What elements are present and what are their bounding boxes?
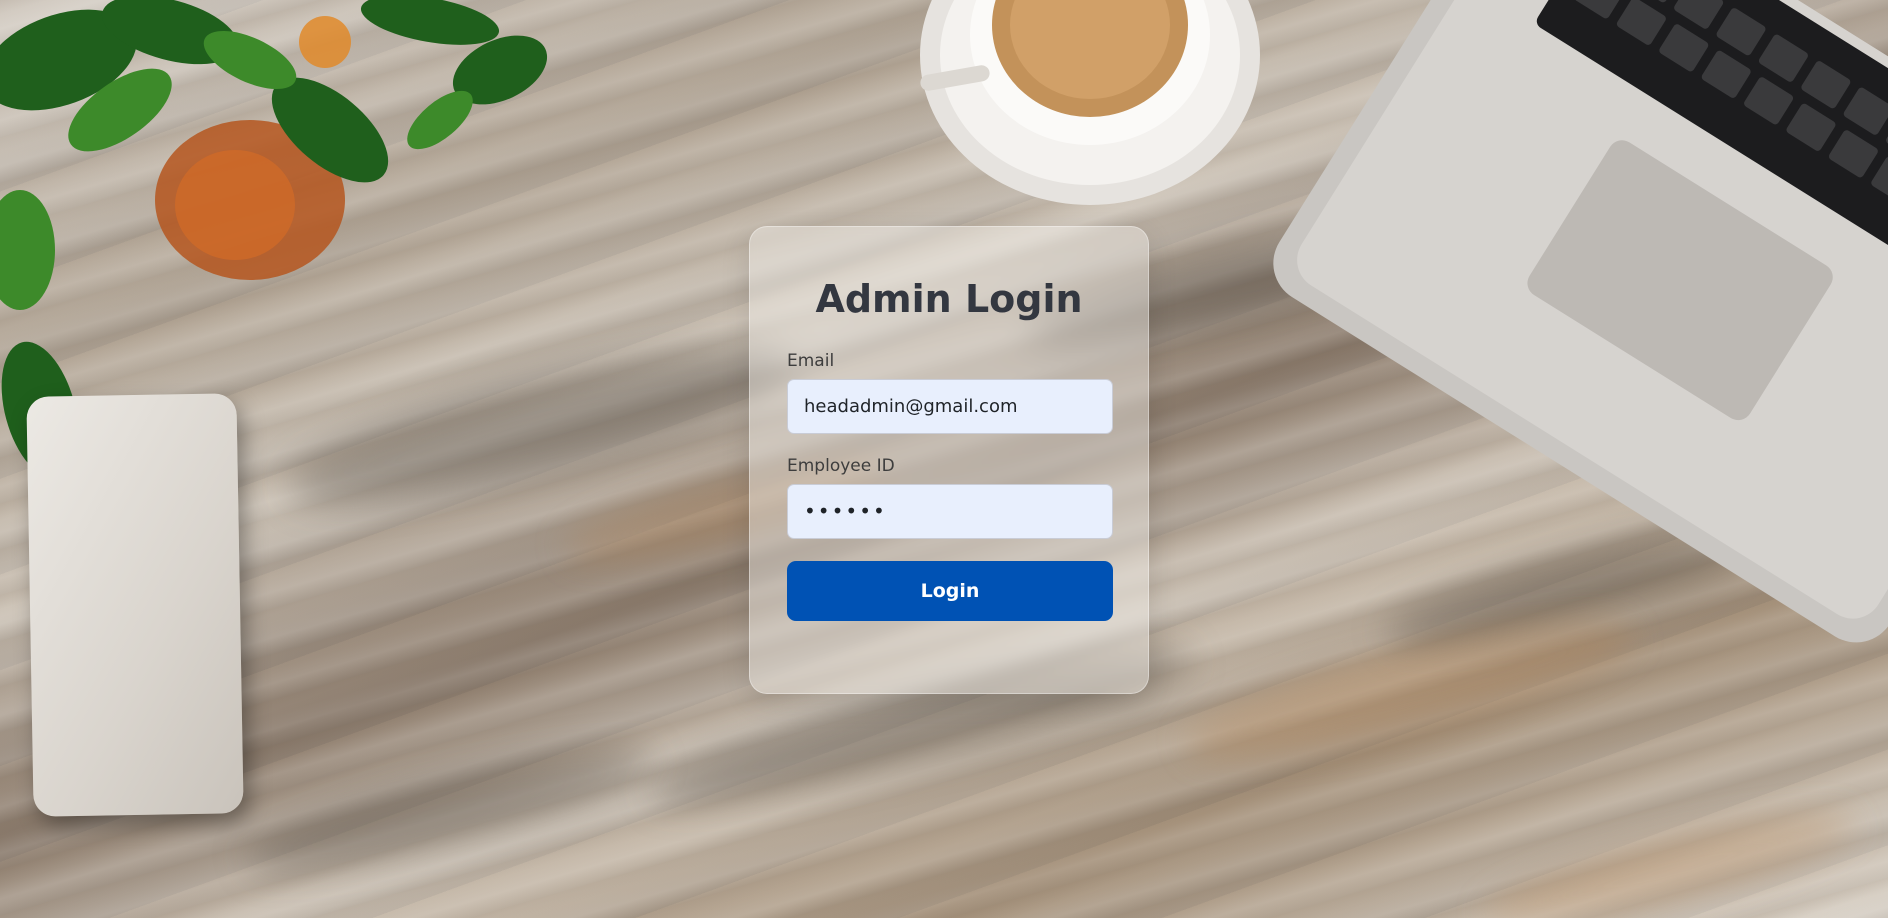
login-title: Admin Login <box>815 277 1083 321</box>
page-background: Admin Login Email headadmin@gmail.com Em… <box>0 0 1888 918</box>
email-label: Email <box>787 350 835 371</box>
laptop-image <box>1273 0 1888 643</box>
email-input[interactable]: headadmin@gmail.com <box>787 378 1113 434</box>
coffee-cup-image <box>920 0 1260 205</box>
wood-grain-warm <box>1478 794 1862 918</box>
employee-id-input[interactable]: •••••• <box>787 483 1113 539</box>
login-button[interactable]: Login <box>787 560 1113 621</box>
smartphone-image <box>26 393 244 817</box>
admin-login-card: Admin Login Email headadmin@gmail.com Em… <box>749 226 1149 694</box>
email-input-value: headadmin@gmail.com <box>804 395 1018 417</box>
employee-id-label: Employee ID <box>787 455 895 476</box>
wood-grain-dark <box>238 730 662 890</box>
employee-id-input-value: •••••• <box>804 499 887 524</box>
